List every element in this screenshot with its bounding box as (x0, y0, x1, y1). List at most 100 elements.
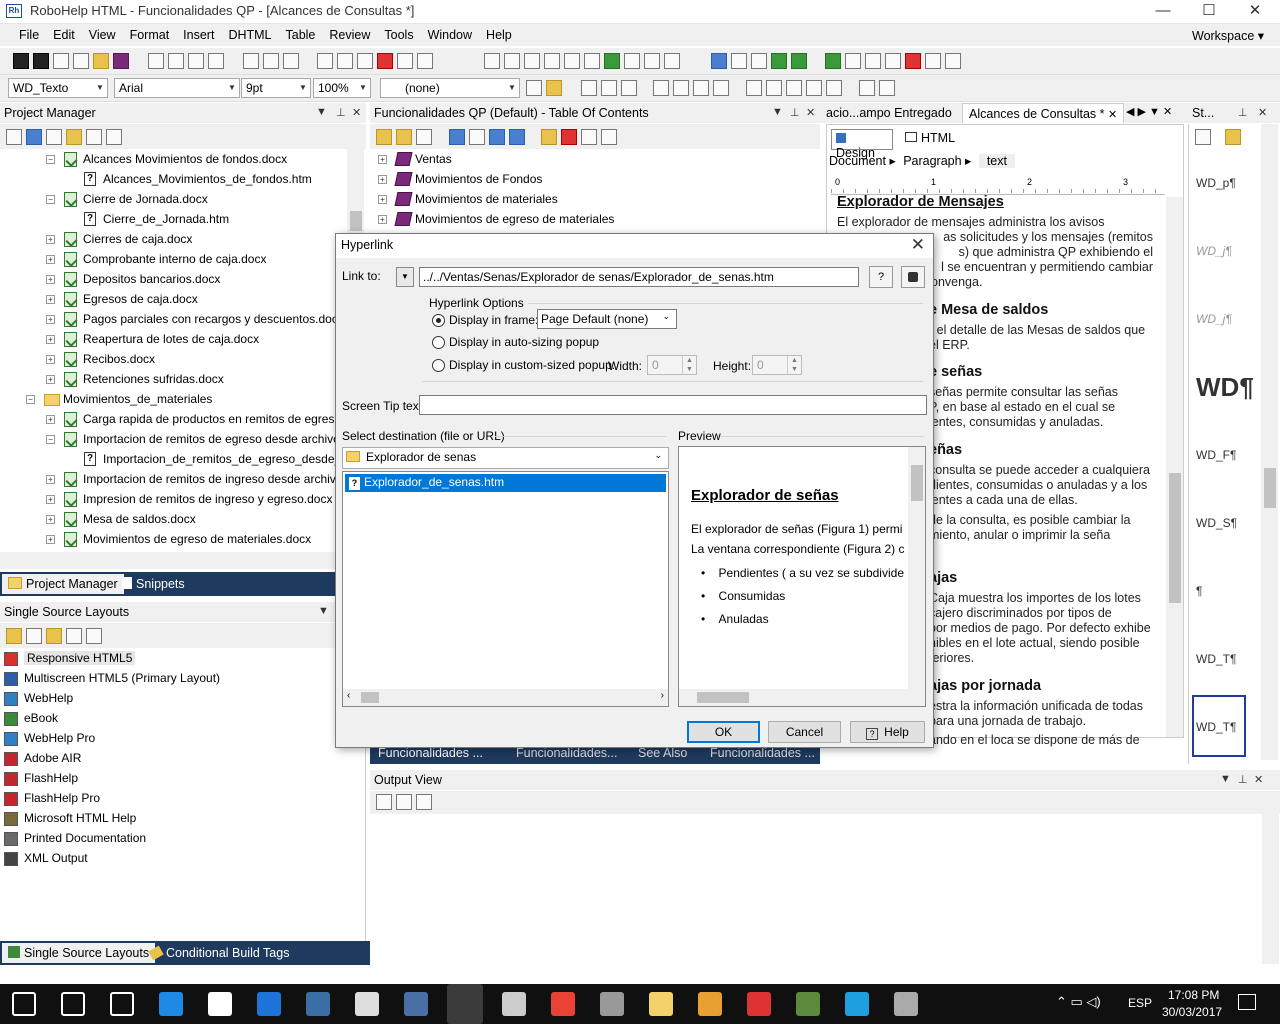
project-tree-hscrollbar[interactable] (0, 552, 366, 569)
world-icon[interactable] (770, 53, 787, 69)
layout-item[interactable]: XML Output (4, 848, 88, 868)
preview-vscroll[interactable] (908, 447, 925, 689)
move-down-icon[interactable] (508, 129, 525, 145)
binoculars-browse-icon[interactable] (901, 266, 925, 288)
layout-item[interactable]: FlashHelp (4, 768, 78, 788)
auto-create-icon[interactable] (541, 129, 558, 145)
destination-folder-select[interactable]: Explorador de senas ⌄ (342, 447, 669, 469)
binoculars-icon[interactable] (106, 129, 122, 145)
refresh-icon[interactable] (53, 53, 70, 69)
cp-icon[interactable] (790, 53, 807, 69)
styles-pin-icon[interactable]: ⊥ (1238, 106, 1248, 119)
frame-select[interactable]: Page Default (none) ⌄ (537, 309, 677, 329)
cancel-button[interactable]: Cancel (768, 721, 841, 743)
destination-file-list[interactable]: ? Explorador_de_senas.htm ‹ › (342, 471, 669, 707)
tools-icon[interactable] (600, 992, 624, 1016)
ruler[interactable]: 0 1 2 3 (831, 175, 1165, 195)
calculator-icon[interactable] (355, 992, 379, 1016)
image-insert-icon[interactable] (825, 53, 842, 69)
comment-icon[interactable] (730, 53, 747, 69)
layout-item[interactable]: WebHelp Pro (4, 728, 95, 748)
dialog-close-icon[interactable]: ✕ (911, 235, 925, 255)
copy-icon[interactable] (337, 53, 354, 69)
font-size-select[interactable]: 9pt ▼ (241, 78, 311, 98)
toc-expander-icon[interactable]: + (378, 215, 387, 224)
tree-expander-icon[interactable]: + (46, 515, 55, 524)
radio-display-in-frame[interactable] (432, 314, 445, 327)
toc-pin-icon[interactable]: ⊥ (790, 106, 800, 119)
link-to-input[interactable]: ../../Ventas/Senas/Explorador de senas/E… (419, 267, 859, 287)
tab-single-source-layouts[interactable]: Single Source Layouts (2, 943, 156, 963)
menu-view[interactable]: View (82, 24, 123, 46)
pane-close-icon[interactable]: ✕ (352, 106, 361, 119)
design-tab[interactable]: Design (831, 129, 893, 160)
preview-hscroll[interactable] (679, 689, 925, 706)
output-scrollbar[interactable] (1262, 814, 1279, 964)
menu-dhtml[interactable]: DHTML (221, 24, 278, 46)
paint-icon[interactable] (502, 992, 526, 1016)
pencil-icon[interactable] (242, 53, 259, 69)
browse-help-icon[interactable]: ? (869, 266, 893, 288)
menu-review[interactable]: Review (322, 24, 377, 46)
tree-expander-icon[interactable]: − (46, 155, 55, 164)
view-icon[interactable] (262, 53, 279, 69)
layout-item[interactable]: Adobe AIR (4, 748, 81, 768)
tree-expander-icon[interactable]: − (26, 395, 35, 404)
task-view-icon[interactable] (110, 992, 134, 1016)
variable-icon[interactable] (624, 53, 641, 69)
warning-icon[interactable] (416, 794, 432, 810)
destination-file-item[interactable]: ? Explorador_de_senas.htm (345, 474, 666, 492)
toc-delete-icon[interactable] (561, 129, 578, 145)
layout-item[interactable]: Responsive HTML5 (4, 648, 136, 668)
align-left-icon[interactable] (653, 80, 670, 96)
sort-icon[interactable] (46, 129, 62, 145)
toc-extra-icon[interactable] (601, 129, 618, 145)
tree-expander-icon[interactable]: − (46, 435, 55, 444)
ok-button[interactable]: OK (687, 721, 760, 743)
defender-icon[interactable] (257, 992, 281, 1016)
file-list-hscroll[interactable]: ‹ › (343, 689, 668, 706)
layout-item[interactable]: FlashHelp Pro (4, 788, 100, 808)
layout-item[interactable]: WebHelp (4, 688, 73, 708)
start-icon[interactable] (12, 992, 36, 1016)
paste-icon[interactable] (357, 53, 374, 69)
style-font-icon[interactable] (1195, 129, 1211, 145)
camera-icon[interactable] (894, 992, 918, 1016)
pane-menu-icon[interactable]: ▼ (316, 106, 327, 118)
style-item[interactable]: WD¶ (1196, 372, 1254, 403)
font-color-icon[interactable] (526, 80, 542, 96)
output-menu-icon[interactable]: ▼ (1220, 773, 1231, 785)
robohelp-icon[interactable] (447, 984, 483, 1024)
underline-icon[interactable] (620, 80, 637, 96)
radio-auto-sizing[interactable] (432, 336, 445, 349)
new-page-toc-icon[interactable] (396, 129, 412, 145)
editor-nav-icons[interactable]: ◀ ▶ ▼ ✕ (1126, 105, 1172, 118)
font-select[interactable]: Arial ▼ (114, 78, 240, 98)
screen-tip-input[interactable] (419, 395, 927, 415)
style-item[interactable]: WD_j¶ (1196, 244, 1232, 258)
generate-icon[interactable] (113, 53, 130, 69)
menu-help[interactable]: Help (479, 24, 519, 46)
toc-expander-icon[interactable]: + (378, 175, 387, 184)
duplicate-icon[interactable] (26, 628, 42, 644)
output-area[interactable] (370, 814, 1280, 964)
language-indicator[interactable]: ESP (1128, 996, 1152, 1010)
height-spinner[interactable]: 0 ▲ ▼ (752, 355, 802, 375)
tab-project-manager[interactable]: Project Manager (2, 574, 124, 594)
crumb-text[interactable]: text (978, 154, 1015, 168)
close-window-button[interactable]: ✕ (1232, 0, 1278, 24)
outlook-icon[interactable] (698, 992, 722, 1016)
toc-close-icon[interactable]: ✕ (806, 106, 815, 119)
review-icon[interactable] (750, 53, 767, 69)
style-item[interactable]: WD_S¶ (1196, 516, 1237, 530)
cash-icon[interactable] (796, 992, 820, 1016)
notifications-icon[interactable] (1238, 994, 1256, 1010)
shape-icon[interactable] (905, 53, 922, 69)
chrome-icon[interactable] (551, 992, 575, 1016)
bullet-list-icon[interactable] (766, 80, 783, 96)
save-all-icon[interactable] (33, 53, 50, 69)
undo-icon[interactable] (397, 53, 414, 69)
tree-expander-icon[interactable]: + (46, 335, 55, 344)
tree-expander-icon[interactable]: − (46, 195, 55, 204)
tree-expander-icon[interactable]: + (46, 375, 55, 384)
